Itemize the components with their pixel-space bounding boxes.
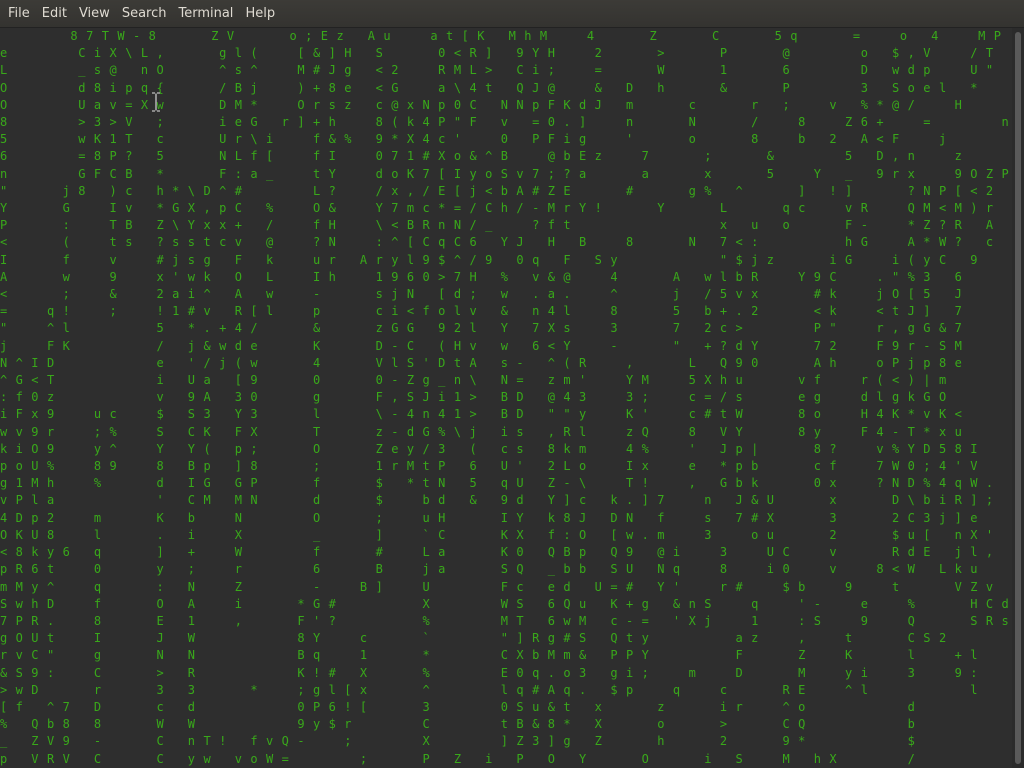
menu-view[interactable]: View [73,0,116,28]
menu-terminal[interactable]: Terminal [172,0,239,28]
menu-search[interactable]: Search [116,0,173,28]
menu-bar: File Edit View Search Terminal Help [0,0,1024,28]
menu-edit[interactable]: Edit [36,0,73,28]
ibeam-cursor-icon [152,92,160,112]
terminal-window: File Edit View Search Terminal Help 8 7 … [0,0,1024,768]
menu-help[interactable]: Help [239,0,281,28]
matrix-rain-text: 8 7 T W - 8 Z V o ; E z A u a t [ K M h … [0,29,1010,766]
vertical-scrollbar[interactable] [1012,28,1024,768]
menu-file[interactable]: File [2,0,36,28]
scrollbar-thumb[interactable] [1015,32,1021,764]
terminal-output-area[interactable]: 8 7 T W - 8 Z V o ; E z A u a t [ K M h … [0,28,1012,768]
